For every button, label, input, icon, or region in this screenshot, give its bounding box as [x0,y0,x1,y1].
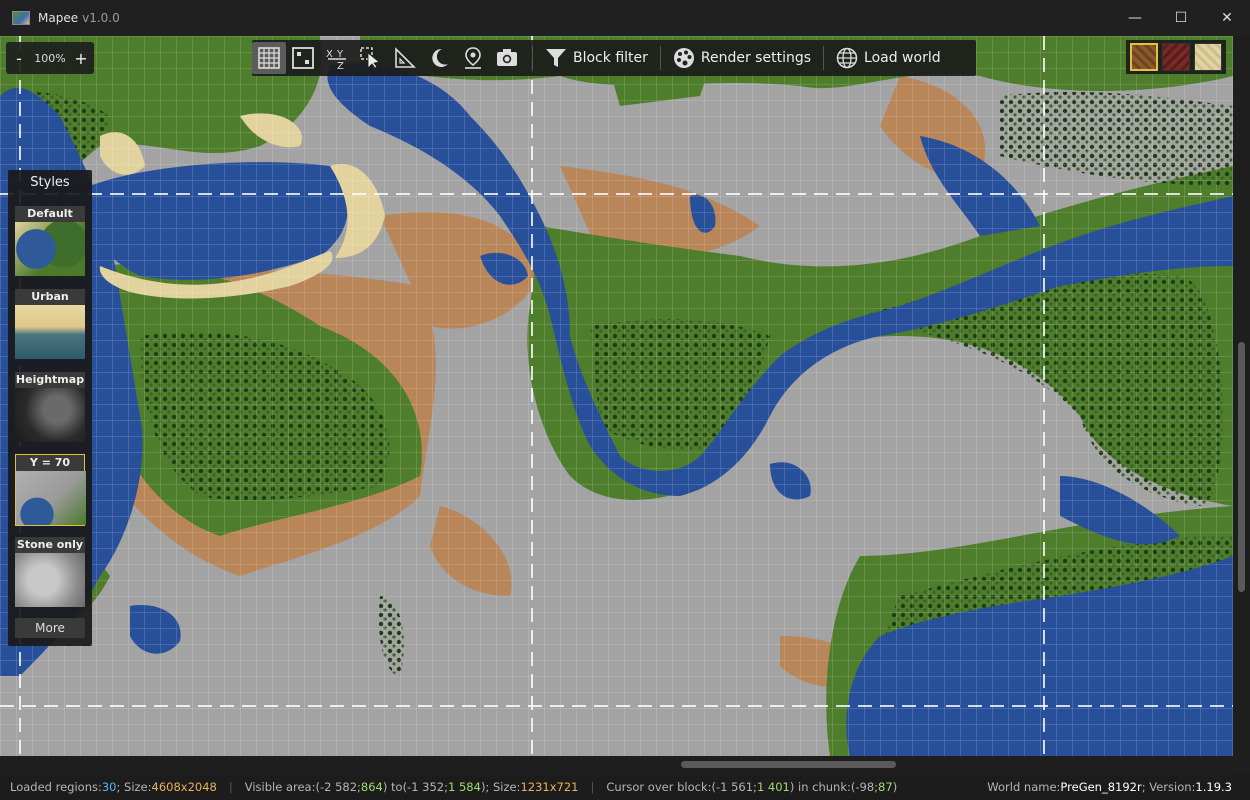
waypoint-icon [465,47,481,69]
map-canvas [0,36,1233,756]
toolbar-divider [823,46,825,70]
zoom-in-button[interactable]: + [70,45,92,71]
block-palette [1126,40,1226,74]
style-urban[interactable]: Urban [15,289,85,359]
grid-icon [258,47,280,69]
style-label: Heightmap [15,372,85,388]
loaded-regions-status: Loaded regions: 30 ; Size: 4608x2048 [10,779,217,794]
style-thumbnail [15,388,85,442]
render-settings-button[interactable]: Render settings [669,42,815,74]
select-tool-button[interactable] [354,42,388,74]
swatch-dirt[interactable] [1130,43,1158,71]
world-size-value: 4608x2048 [151,779,217,794]
block-filter-button[interactable]: Block filter [541,42,652,74]
coordinates-toggle-button[interactable]: X Y Z [320,42,354,74]
style-label: Y = 70 [16,455,84,471]
world-version-value: 1.19.3 [1195,779,1232,794]
styles-panel: Styles Default Urban Heightmap Y = 70 St… [8,170,92,646]
style-thumbnail [15,222,85,276]
app-window: Mapee v1.0.0 — ☐ ✕ - 100% + X Y Z Block … [0,0,1250,800]
zoom-level: 100% [34,51,66,65]
style-stone-only[interactable]: Stone only [15,537,85,607]
minimize-button[interactable]: — [1112,0,1158,36]
load-world-label: Load world [864,50,941,66]
app-logo-icon [12,11,30,25]
world-name-value: PreGen_8192r [1060,779,1142,794]
zoom-out-button[interactable]: - [8,45,30,71]
horizontal-scrollbar-thumb[interactable] [681,761,896,768]
night-mode-button[interactable] [422,42,456,74]
screenshot-icon [497,49,517,66]
select-cursor-icon [360,47,380,69]
toolbar-divider [532,46,533,70]
styles-more-button[interactable]: More [15,618,85,638]
cursor-block-status: Cursor over block: (-1 561; 1 401 ) in c… [606,779,898,794]
svg-text:Z: Z [337,61,344,70]
zoom-control: - 100% + [6,42,94,74]
grid-toggle-button[interactable] [252,42,286,74]
load-world-button[interactable]: Load world [832,42,945,74]
app-version: v1.0.0 [82,11,120,25]
world-info-status: World name: PreGen_8192r ; Version: 1.19… [987,779,1232,794]
map-view[interactable] [0,36,1233,756]
measure-tool-button[interactable] [388,42,422,74]
toolbar: X Y Z Block filter Render settings Load … [252,40,976,76]
style-label: Default [15,206,85,222]
window-controls: — ☐ ✕ [1112,0,1250,36]
measure-icon [395,47,416,68]
status-bar: Loaded regions: 30 ; Size: 4608x2048 | V… [0,773,1250,800]
coordinates-icon: X Y Z [326,49,346,70]
title-bar: Mapee v1.0.0 — ☐ ✕ [0,0,1250,36]
horizontal-scrollbar[interactable] [0,756,1233,773]
chunk-grid-toggle-button[interactable] [286,42,320,74]
styles-panel-title: Styles [30,175,70,190]
visible-size-value: 1231x721 [520,779,579,794]
maximize-button[interactable]: ☐ [1158,0,1204,36]
style-thumbnail [15,305,85,359]
waypoint-button[interactable] [456,42,490,74]
swatch-sand[interactable] [1194,43,1222,71]
filter-icon [546,49,566,67]
style-label: Stone only [15,537,85,553]
close-button[interactable]: ✕ [1204,0,1250,36]
style-heightmap[interactable]: Heightmap [15,372,85,442]
night-mode-icon [432,48,448,67]
style-default[interactable]: Default [15,206,85,276]
status-divider: | [228,779,233,794]
block-filter-label: Block filter [573,50,648,66]
chunk-grid-overlay [0,36,1233,756]
vertical-scrollbar-thumb[interactable] [1238,342,1245,592]
palette-icon [673,48,694,68]
render-settings-label: Render settings [700,50,812,66]
vertical-scrollbar[interactable] [1233,36,1250,756]
toolbar-divider [659,46,661,70]
loaded-regions-count: 30 [101,779,117,794]
swatch-netherrack[interactable] [1162,43,1190,71]
visible-area-status: Visible area: (-2 582; 864 ) to (-1 352;… [244,779,579,794]
globe-icon [836,47,858,69]
status-divider: | [590,779,595,794]
style-label: Urban [15,289,85,305]
style-y-70[interactable]: Y = 70 [15,454,86,526]
style-thumbnail [16,471,86,525]
chunk-grid-icon [292,47,314,69]
screenshot-button[interactable] [490,42,524,74]
style-thumbnail [15,553,85,607]
app-title: Mapee [38,11,79,25]
